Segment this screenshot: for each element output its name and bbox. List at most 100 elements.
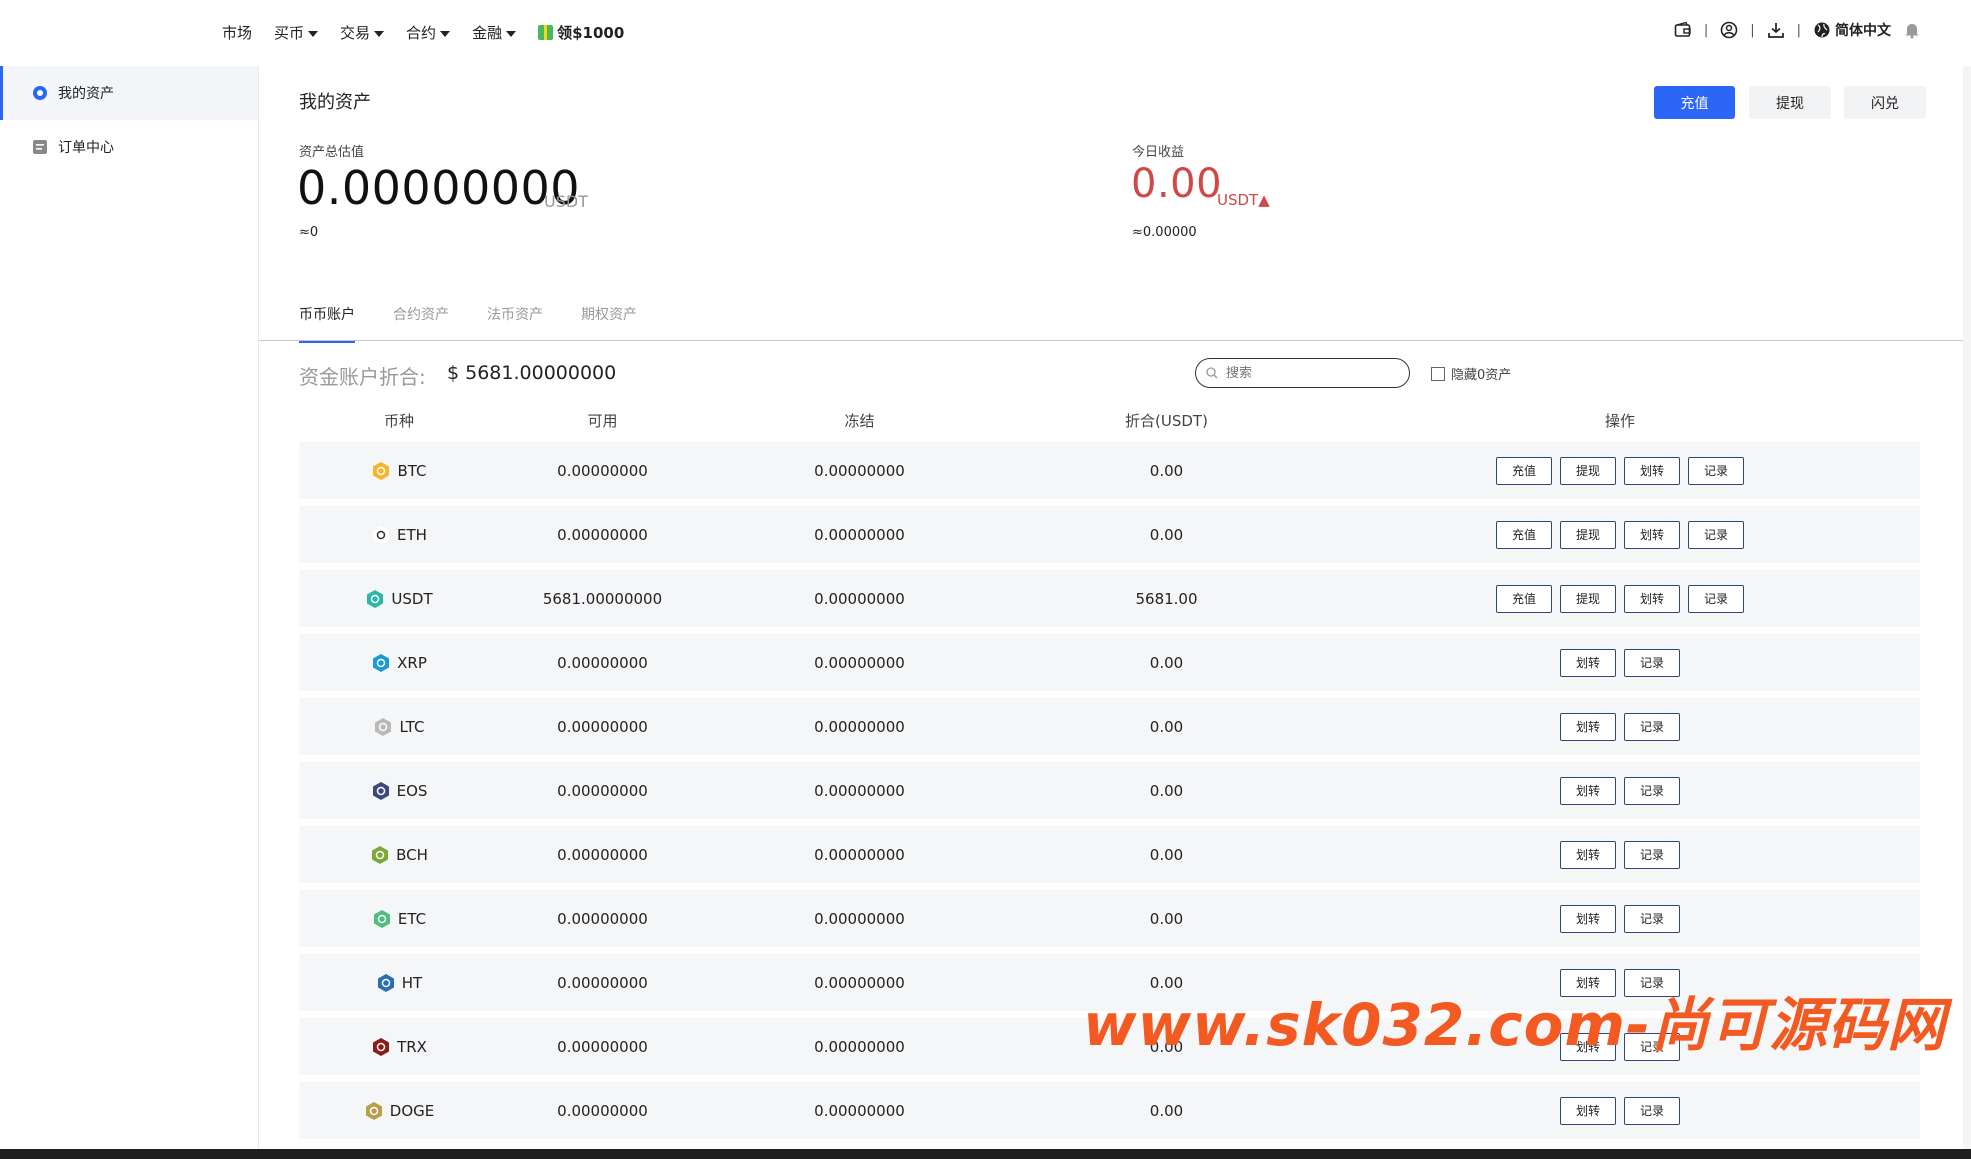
nav-buy[interactable]: 买币 [274,22,319,43]
nav-trade[interactable]: 交易 [340,22,385,43]
transfer-button[interactable]: 划转 [1560,840,1616,869]
coin-name: HT [401,973,423,992]
table-row: BTC 0.00000000 0.00000000 0.00 充值 提现 划转 记录 [299,442,1920,499]
cell-coin: LTC [299,717,499,737]
scrollbar[interactable] [1963,66,1971,1149]
record-button[interactable]: 记录 [1624,840,1680,869]
record-button[interactable]: 记录 [1624,1096,1680,1125]
record-button[interactable]: 记录 [1688,584,1744,613]
cell-available: 0.00000000 [557,717,648,736]
chevron-down-icon [440,30,451,37]
record-button[interactable]: 记录 [1688,456,1744,485]
cell-operations: 划转 记录 [1320,712,1920,741]
header-available: 可用 [587,411,618,430]
coin-name: EOS [396,781,428,800]
cell-operations: 划转 记录 [1320,904,1920,933]
transfer-button[interactable]: 划转 [1624,584,1680,613]
download-icon[interactable] [1767,21,1785,39]
cell-usdt-value: 0.00 [1149,653,1184,672]
cell-frozen: 0.00000000 [814,525,905,544]
transfer-button[interactable]: 划转 [1560,648,1616,677]
today-earnings-approx: ≈0.00000 [1132,225,1197,240]
total-assets-value: 0.00000000 [297,161,581,215]
transfer-button[interactable]: 划转 [1560,712,1616,741]
tab-spot-account[interactable]: 币币账户 [299,304,355,343]
cell-coin: DOGE [299,1101,499,1121]
transfer-button[interactable]: 划转 [1560,904,1616,933]
deposit-button[interactable]: 充值 [1496,584,1552,613]
cell-operations: 充值 提现 划转 记录 [1320,520,1920,549]
btc-coin-icon [373,461,390,480]
cell-frozen: 0.00000000 [814,1037,905,1056]
coin-name: ETH [397,525,427,544]
transfer-button[interactable]: 划转 [1560,776,1616,805]
withdraw-button[interactable]: 提现 [1560,456,1616,485]
cell-frozen: 0.00000000 [814,589,905,608]
nav-finance[interactable]: 金融 [472,22,517,43]
table-row: USDT 5681.00000000 0.00000000 5681.00 充值… [299,570,1920,627]
cell-frozen: 0.00000000 [814,845,905,864]
header-frozen: 冻结 [844,411,875,430]
fund-account-value: $ 5681.00000000 [447,362,617,384]
deposit-button[interactable]: 充值 [1496,456,1552,485]
record-button[interactable]: 记录 [1624,776,1680,805]
nav-market[interactable]: 市场 [222,22,252,43]
coin-name: DOGE [389,1101,435,1120]
trx-coin-icon [373,1037,390,1056]
nav-contract-label: 合约 [406,24,437,42]
table-row: BCH 0.00000000 0.00000000 0.00 划转 记录 [299,826,1920,883]
sidebar-item-orders[interactable]: 订单中心 [0,120,258,174]
withdraw-button[interactable]: 提现 [1560,584,1616,613]
hide-zero-toggle[interactable]: 隐藏0资产 [1431,364,1511,383]
cell-operations: 划转 记录 [1320,776,1920,805]
cell-frozen: 0.00000000 [814,973,905,992]
cell-usdt-value: 5681.00 [1135,589,1198,608]
tab-contract-assets[interactable]: 合约资产 [393,304,449,343]
cell-usdt-value: 0.00 [1149,525,1184,544]
user-icon[interactable] [1720,21,1738,39]
withdraw-button[interactable]: 提现 [1749,86,1831,119]
divider: | [1750,22,1755,38]
nav-contract[interactable]: 合约 [406,22,451,43]
eth-coin-icon [373,525,390,544]
cell-available: 0.00000000 [557,1037,648,1056]
record-button[interactable]: 记录 [1688,520,1744,549]
bell-icon[interactable] [1903,21,1921,39]
cell-coin: EOS [299,781,499,801]
cell-coin: ETH [299,525,499,545]
table-row: ETC 0.00000000 0.00000000 0.00 划转 记录 [299,890,1920,947]
header-operations: 操作 [1604,411,1635,430]
deposit-button[interactable]: 充值 [1496,520,1552,549]
assets-icon [33,86,47,100]
bottom-bar [0,1149,1971,1159]
withdraw-button[interactable]: 提现 [1560,520,1616,549]
transfer-button[interactable]: 划转 [1624,520,1680,549]
language-selector[interactable]: 简体中文 [1813,20,1891,40]
sidebar-item-label: 订单中心 [58,140,114,156]
flash-exchange-button[interactable]: 闪兑 [1844,86,1926,119]
divider: | [1796,22,1801,38]
cell-frozen: 0.00000000 [814,781,905,800]
record-button[interactable]: 记录 [1624,712,1680,741]
nav-promo[interactable]: 领$1000 [538,22,624,43]
hide-zero-checkbox[interactable] [1431,366,1445,381]
record-button[interactable]: 记录 [1624,648,1680,677]
table-row: LTC 0.00000000 0.00000000 0.00 划转 记录 [299,698,1920,755]
deposit-button[interactable]: 充值 [1654,86,1735,119]
cell-frozen: 0.00000000 [814,1101,905,1120]
tab-fiat-assets[interactable]: 法币资产 [487,304,543,343]
tabs-divider [259,340,1971,341]
transfer-button[interactable]: 划转 [1560,1096,1616,1125]
tab-options-assets[interactable]: 期权资产 [581,304,637,343]
wallet-icon[interactable] [1674,21,1692,39]
sidebar-item-my-assets[interactable]: 我的资产 [0,66,258,120]
nav-finance-label: 金融 [472,24,503,42]
today-earnings-label: 今日收益 [1132,145,1185,160]
chevron-down-icon [506,30,517,37]
cell-frozen: 0.00000000 [814,461,905,480]
search-input[interactable] [1224,364,1388,382]
transfer-button[interactable]: 划转 [1624,456,1680,485]
coin-name: LTC [399,717,425,736]
record-button[interactable]: 记录 [1624,904,1680,933]
search-icon [1206,367,1218,379]
